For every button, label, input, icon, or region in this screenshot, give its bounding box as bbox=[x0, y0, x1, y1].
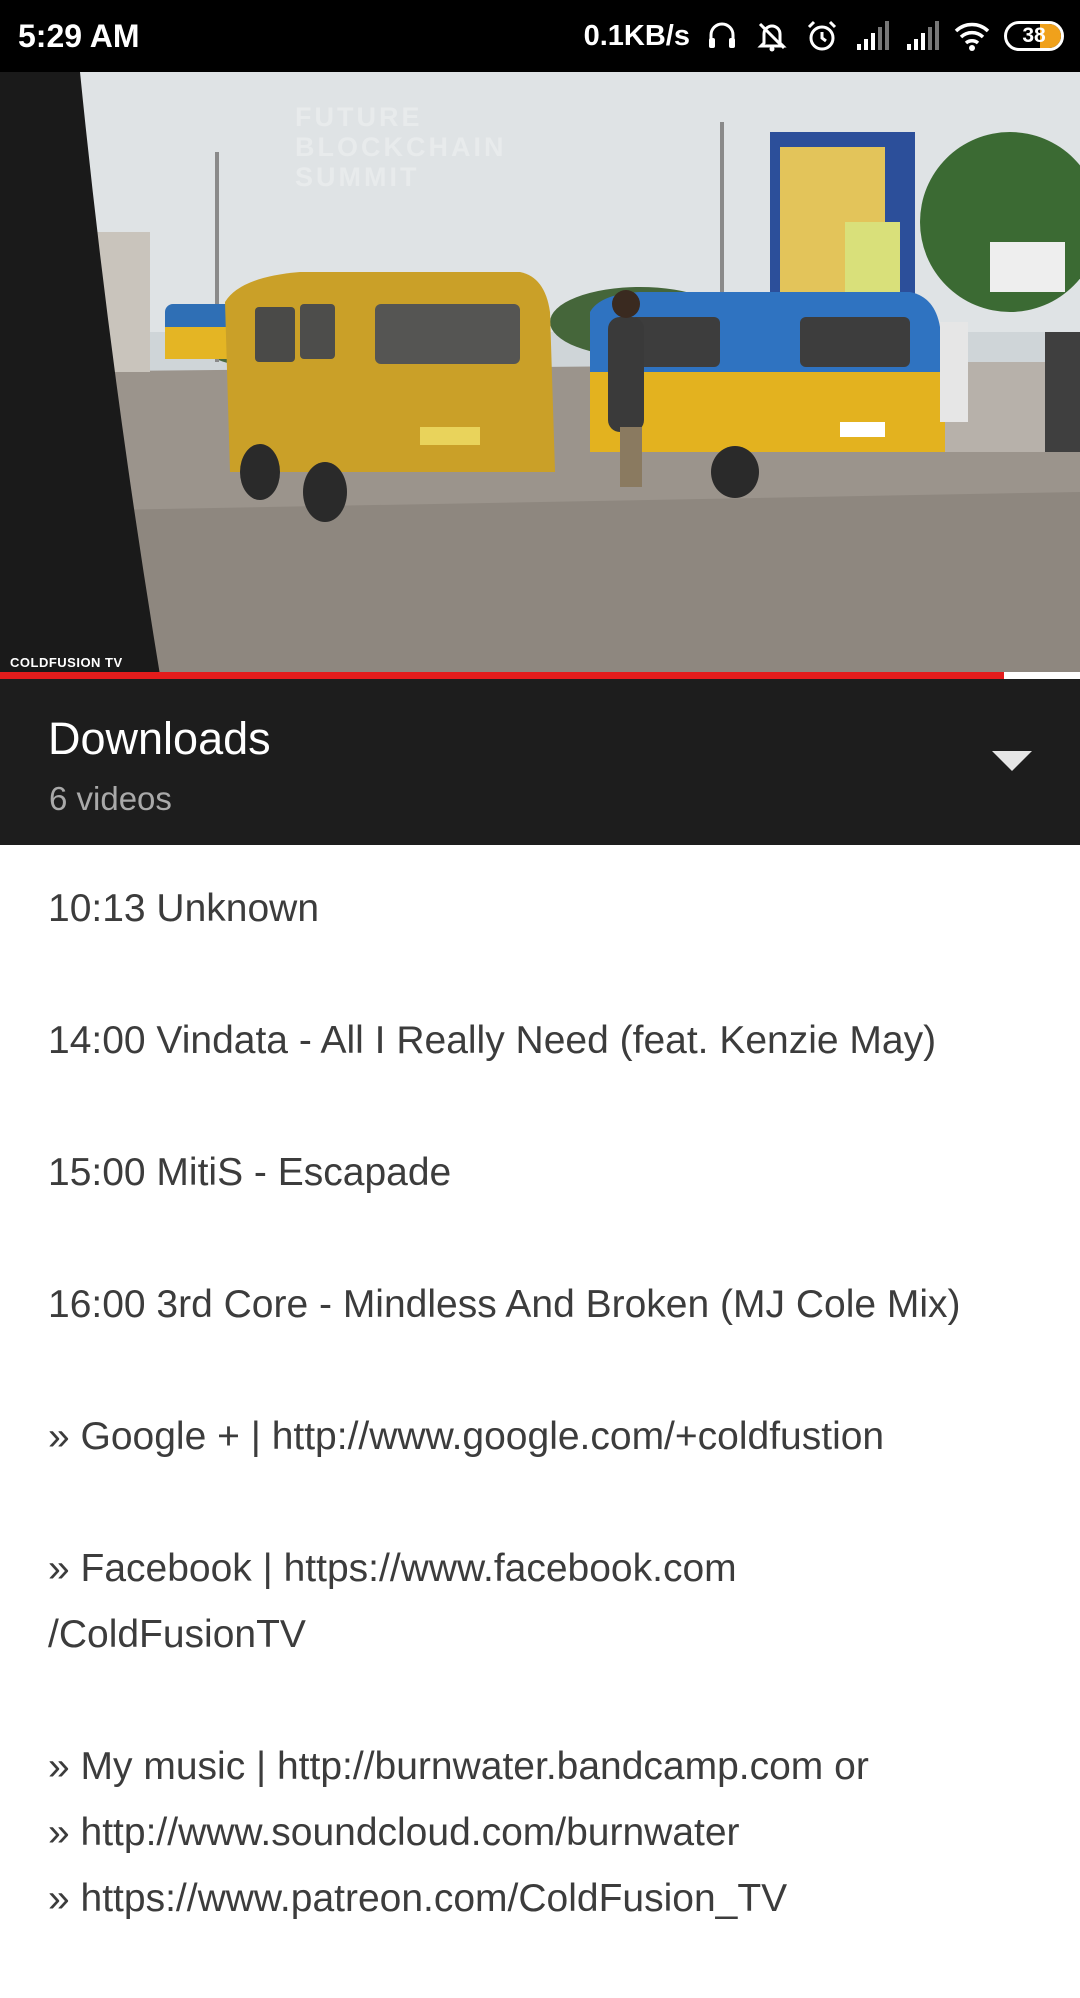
status-time: 5:29 AM bbox=[18, 18, 140, 54]
status-icons: 0.1KB/s 38 bbox=[584, 16, 1064, 56]
channel-watermark: COLDFUSION TV bbox=[10, 655, 123, 670]
status-bar: 5:29 AM 0.1KB/s 38 bbox=[0, 0, 1080, 72]
facebook-link-text-continued[interactable]: /ColdFusionTV bbox=[48, 1602, 1048, 1668]
battery-icon: 38 bbox=[1004, 21, 1064, 51]
signal-icon bbox=[857, 21, 889, 50]
network-speed: 0.1KB/s bbox=[583, 20, 690, 52]
facebook-link[interactable]: » Facebook | https://www.facebook.com /C… bbox=[48, 1536, 1048, 1668]
headset-icon bbox=[709, 22, 735, 48]
signal-icon bbox=[907, 21, 939, 50]
bandcamp-link[interactable]: » My music | http://burnwater.bandcamp.c… bbox=[48, 1734, 1048, 1800]
soundcloud-link[interactable]: » http://www.soundcloud.com/burnwater bbox=[48, 1800, 1048, 1866]
playlist-video-count: 6 videos bbox=[49, 780, 172, 817]
track-item: 10:13 Unknown bbox=[48, 876, 1048, 942]
google-plus-link[interactable]: » Google + | http://www.google.com/+cold… bbox=[48, 1404, 1048, 1470]
track-line: 10:13 Unknown bbox=[48, 887, 320, 930]
video-description: 10:13 Unknown 14:00 Vindata - All I Real… bbox=[48, 876, 1048, 1998]
battery-level: 38 bbox=[1022, 24, 1046, 47]
track-line: 16:00 3rd Core - Mindless And Broken (MJ… bbox=[48, 1283, 961, 1326]
patreon-link[interactable]: » https://www.patreon.com/ColdFusion_TV bbox=[48, 1866, 1048, 1932]
video-player[interactable]: FUTURE BLOCKCHAIN SUMMIT COLDFUSION TV bbox=[0, 72, 1080, 675]
music-links: » My music | http://burnwater.bandcamp.c… bbox=[48, 1734, 1048, 1932]
track-item: 14:00 Vindata - All I Really Need (feat.… bbox=[48, 1008, 1048, 1074]
facebook-link-text[interactable]: » Facebook | https://www.facebook.com bbox=[48, 1536, 1048, 1602]
mute-icon bbox=[757, 22, 787, 52]
track-line: 15:00 MitiS - Escapade bbox=[48, 1151, 452, 1194]
track-item: 15:00 MitiS - Escapade bbox=[48, 1140, 1048, 1206]
video-overlay-text: FUTURE BLOCKCHAIN SUMMIT bbox=[295, 102, 507, 192]
expand-playlist-button[interactable] bbox=[974, 723, 1050, 799]
track-item: 16:00 3rd Core - Mindless And Broken (MJ… bbox=[48, 1272, 1048, 1338]
wifi-icon bbox=[954, 22, 990, 51]
video-progress-bar[interactable] bbox=[0, 672, 1080, 679]
alarm-icon bbox=[807, 20, 837, 51]
track-line: 14:00 Vindata - All I Really Need (feat.… bbox=[48, 1019, 937, 1062]
playlist-title: Downloads bbox=[48, 713, 271, 764]
video-progress-fill bbox=[0, 672, 1005, 679]
google-plus-link-text[interactable]: » Google + | http://www.google.com/+cold… bbox=[48, 1404, 1048, 1470]
chevron-down-icon bbox=[992, 751, 1032, 771]
playlist-header[interactable]: Downloads 6 videos bbox=[0, 679, 1080, 845]
